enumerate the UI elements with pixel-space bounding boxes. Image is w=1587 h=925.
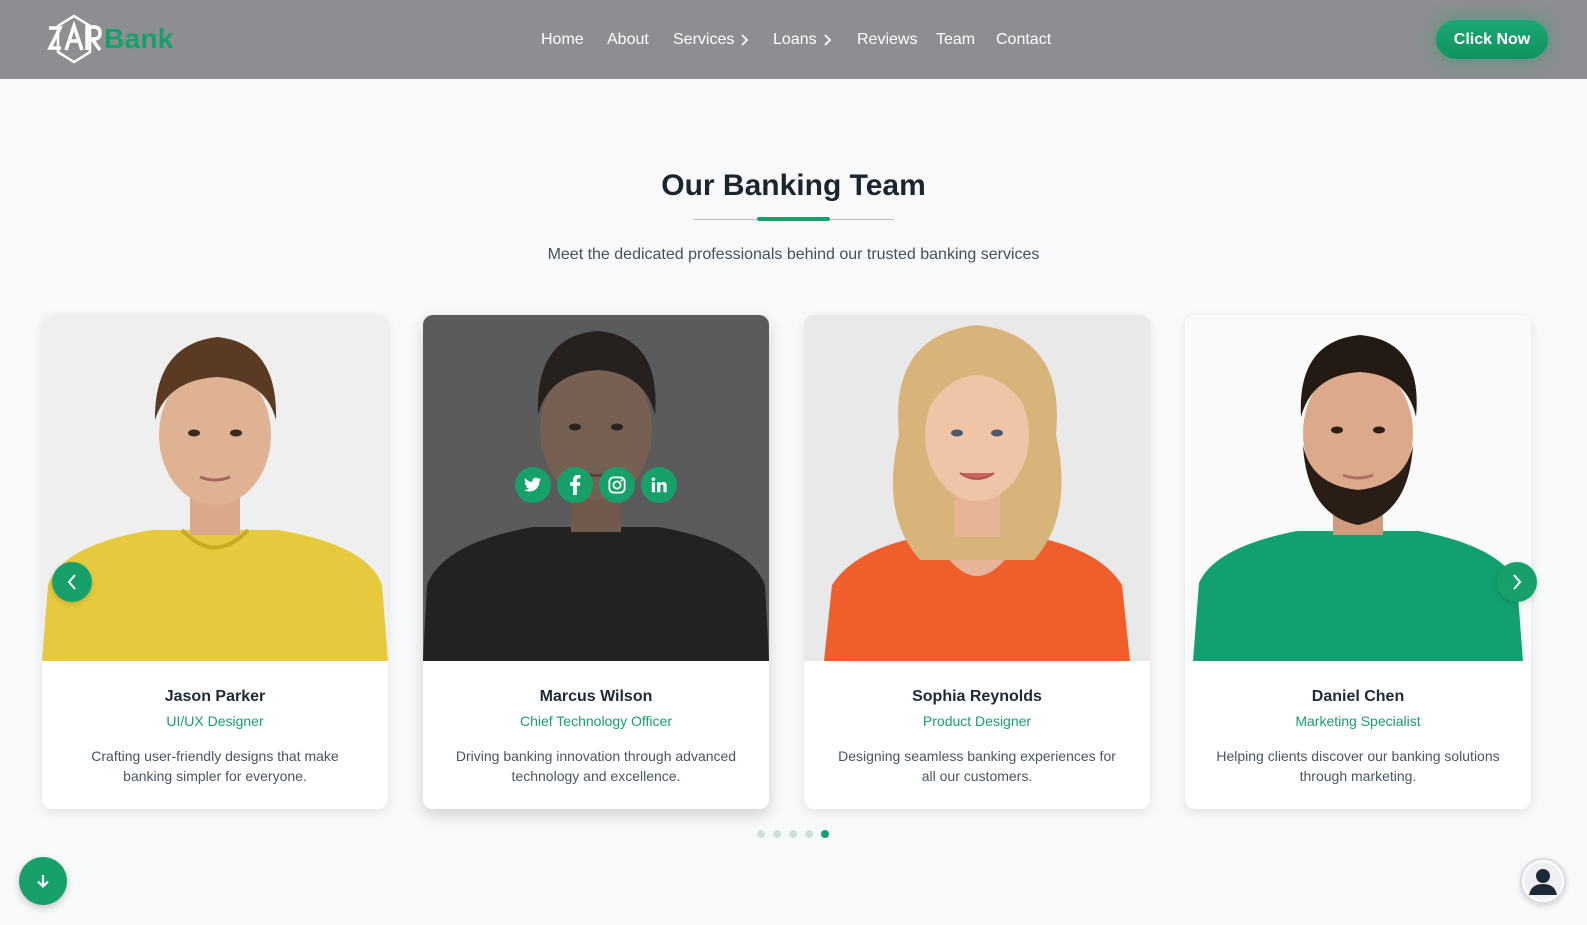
brand-logo[interactable]: Bank <box>46 14 174 64</box>
carousel-dot[interactable] <box>805 830 813 838</box>
nav-item-label: Contact <box>996 30 1052 48</box>
user-avatar-button[interactable] <box>1520 858 1566 904</box>
nav-item-loans[interactable]: Loans <box>773 31 832 49</box>
facebook-icon[interactable] <box>557 467 593 503</box>
instagram-icon[interactable] <box>599 467 635 503</box>
member-name: Marcus Wilson <box>539 688 653 705</box>
chevron-right-icon <box>741 33 749 46</box>
member-description: Driving banking innovation through advan… <box>455 748 737 784</box>
arrow-down-icon <box>37 875 49 889</box>
carousel-next-button[interactable] <box>1497 562 1537 602</box>
team-card[interactable]: Daniel Chen Marketing Specialist Helping… <box>1185 315 1531 809</box>
nav-item-label: Home <box>541 30 584 48</box>
team-member-photo <box>42 315 388 661</box>
twitter-icon[interactable] <box>515 467 551 503</box>
nav-item-label: Reviews <box>857 30 918 48</box>
nav-item-contact[interactable]: Contact <box>996 31 1051 49</box>
team-card[interactable]: Marcus Wilson Chief Technology Officer D… <box>423 315 769 809</box>
section-subtitle: Meet the dedicated professionals behind … <box>547 246 1040 263</box>
click-now-button[interactable]: Click Now <box>1436 20 1548 59</box>
chevron-right-icon <box>823 33 831 46</box>
nav-item-home[interactable]: Home <box>541 31 584 49</box>
nav-item-label: Services <box>673 30 735 48</box>
carousel-prev-button[interactable] <box>52 562 92 602</box>
team-member-photo <box>1185 315 1531 661</box>
brand-name: Bank <box>104 23 174 54</box>
section-title: Our Banking Team <box>661 169 926 202</box>
nav-item-reviews[interactable]: Reviews <box>857 31 917 49</box>
nav-item-team[interactable]: Team <box>936 31 975 49</box>
carousel-dot[interactable] <box>789 830 797 838</box>
member-role: Product Designer <box>922 713 1032 729</box>
member-name: Jason Parker <box>164 688 266 705</box>
chevron-right-icon <box>1513 574 1522 590</box>
nav-item-label: Loans <box>773 30 817 48</box>
member-description: Helping clients discover our banking sol… <box>1216 748 1500 784</box>
member-name: Sophia Reynolds <box>912 688 1042 705</box>
team-card[interactable]: Jason Parker UI/UX Designer Crafting use… <box>42 315 388 809</box>
title-divider-accent <box>757 217 830 221</box>
team-card[interactable]: Sophia Reynolds Product Designer Designi… <box>804 315 1150 809</box>
carousel-dot-active[interactable] <box>821 830 829 838</box>
user-avatar-icon <box>1524 862 1562 900</box>
social-links <box>423 467 769 503</box>
carousel-dot[interactable] <box>773 830 781 838</box>
nav-item-label: About <box>607 30 649 48</box>
member-name: Daniel Chen <box>1311 688 1405 705</box>
linkedin-icon[interactable] <box>641 467 677 503</box>
member-role: Marketing Specialist <box>1295 713 1421 729</box>
member-description: Crafting user-friendly designs that make… <box>91 748 339 784</box>
carousel-pagination <box>757 830 829 838</box>
member-role: Chief Technology Officer <box>519 713 672 729</box>
nav-item-about[interactable]: About <box>607 31 649 49</box>
zar-logo-icon <box>47 14 102 64</box>
member-role: UI/UX Designer <box>166 713 264 729</box>
site-header: Bank Home About Services Loans Reviews T… <box>0 0 1587 79</box>
member-description: Designing seamless banking experiences f… <box>838 748 1116 784</box>
nav-item-services[interactable]: Services <box>673 31 749 49</box>
nav-item-label: Team <box>936 30 976 48</box>
carousel-dot[interactable] <box>757 830 765 838</box>
team-member-photo <box>804 315 1150 661</box>
scroll-down-button[interactable] <box>19 857 67 905</box>
chevron-left-icon <box>67 574 76 590</box>
